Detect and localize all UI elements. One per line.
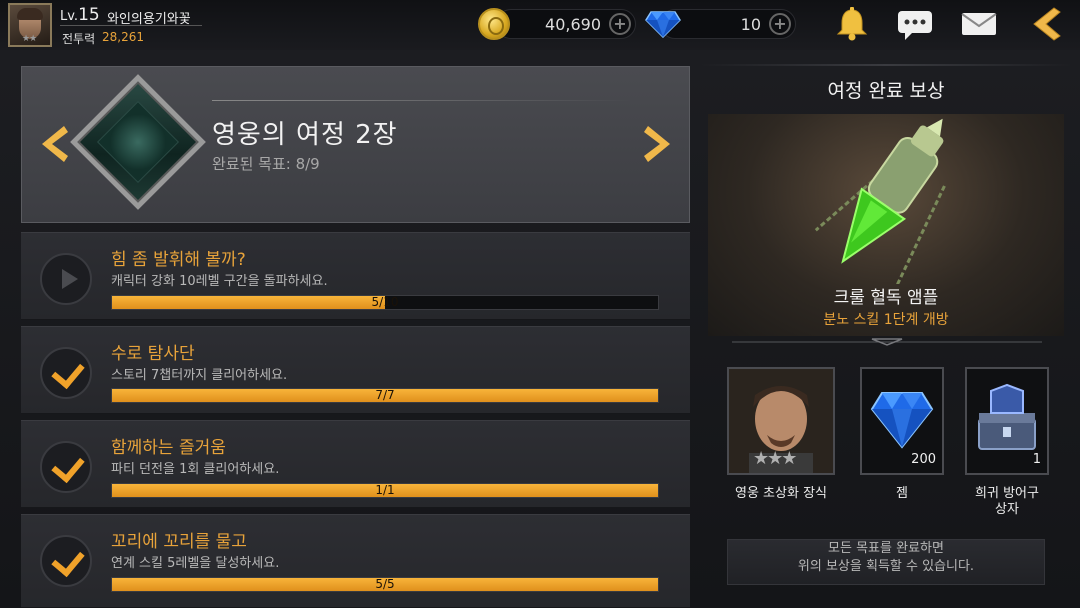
main-reward-effect: 분노 스킬 1단계 개방 xyxy=(823,312,949,328)
mission-progress-bar: 1/1 xyxy=(111,483,659,498)
mission-item[interactable]: 힘 좀 발휘해 볼까? 캐릭터 강화 10레벨 구간을 돌파하세요. 5/10 xyxy=(21,232,690,320)
mail-icon[interactable] xyxy=(959,6,999,42)
journey-screen: ★★ Lv.15 와인의용기와꽃 전투력 28,261 40,690 + 10 … xyxy=(0,0,1080,608)
level-divider xyxy=(60,25,202,26)
gem-count: 200 xyxy=(911,452,936,467)
gold-coin-icon xyxy=(478,8,510,40)
back-arrow-icon[interactable] xyxy=(1024,6,1064,42)
player-level: Lv.15 xyxy=(60,5,100,25)
reward-label-armor-box: 희귀 방어구 상자 xyxy=(955,486,1059,518)
reward-slot-gem[interactable]: 200 xyxy=(860,367,944,475)
progress-text: 5/5 xyxy=(375,577,395,591)
next-chapter-arrow-icon[interactable] xyxy=(644,124,676,170)
checkmark-icon xyxy=(40,535,92,587)
progress-text: 5/10 xyxy=(371,295,399,309)
mission-description: 스토리 7챕터까지 클리어하세요. xyxy=(111,368,288,383)
armor-chest-icon xyxy=(978,383,1036,450)
mission-progress-bar: 5/5 xyxy=(111,577,659,592)
completion-notice: 모든 목표를 완료하면 위의 보상을 획득할 수 있습니다. xyxy=(727,539,1045,585)
ornament-divider xyxy=(732,338,1042,346)
checkmark-icon xyxy=(40,441,92,493)
reward-label-line2: 상자 xyxy=(995,502,1019,517)
add-gem-button[interactable]: + xyxy=(769,13,791,35)
star-rating-icon: ★★★ xyxy=(753,448,797,469)
checkmark-icon xyxy=(40,347,92,399)
mission-item[interactable]: 함께하는 즐거움 파티 던전을 1회 클리어하세요. 1/1 xyxy=(21,420,690,508)
mission-title: 함께하는 즐거움 xyxy=(111,438,226,458)
mission-description: 파티 던전을 1회 클리어하세요. xyxy=(111,462,280,477)
avatar-star-icon: ★★ xyxy=(22,34,37,44)
reward-label-gem: 젬 xyxy=(896,486,908,501)
power-label: 전투력 xyxy=(62,32,96,46)
mission-description: 연계 스킬 5레벨을 달성하세요. xyxy=(111,556,280,571)
chapter-emblem-art xyxy=(96,100,180,184)
avatar-hair xyxy=(17,8,43,20)
gem-icon xyxy=(645,11,681,38)
gem-icon xyxy=(870,392,934,449)
mission-description: 캐릭터 강화 10레벨 구간을 돌파하세요. xyxy=(111,274,328,289)
mission-progress-bar: 7/7 xyxy=(111,388,659,403)
reward-label-portrait: 영웅 초상화 장식 xyxy=(735,486,827,501)
mission-title: 꼬리에 꼬리를 물고 xyxy=(111,532,247,552)
bell-icon[interactable] xyxy=(832,6,872,42)
mission-title: 힘 좀 발휘해 볼까? xyxy=(111,250,246,270)
mission-progress-bar: 5/10 xyxy=(111,295,659,310)
mission-item[interactable]: 꼬리에 꼬리를 물고 연계 스킬 5레벨을 달성하세요. 5/5 xyxy=(21,514,690,608)
power-value: 28,261 xyxy=(102,30,144,44)
reward-slot-armor-box[interactable]: 1 xyxy=(965,367,1049,475)
reward-panel-title: 여정 완료 보상 xyxy=(827,80,945,102)
notice-line2: 위의 보상을 획득할 수 있습니다. xyxy=(797,559,975,574)
gold-value: 40,690 xyxy=(545,15,601,34)
mission-title: 수로 탐사단 xyxy=(111,344,195,364)
gold-counter: 40,690 + xyxy=(496,9,636,39)
chat-icon[interactable] xyxy=(895,6,935,42)
reward-title-divider xyxy=(700,64,1072,66)
chapter-title: 영웅의 여정 2장 xyxy=(212,120,398,150)
level-number: 15 xyxy=(78,5,100,25)
prev-chapter-arrow-icon[interactable] xyxy=(36,124,68,170)
gem-value: 10 xyxy=(740,15,761,34)
reward-label-line1: 희귀 방어구 xyxy=(975,486,1039,501)
title-divider xyxy=(212,100,632,101)
chapter-progress: 완료된 목표: 8/9 xyxy=(212,155,320,173)
top-bar: ★★ Lv.15 와인의용기와꽃 전투력 28,261 40,690 + 10 … xyxy=(0,0,1080,50)
armor-box-count: 1 xyxy=(1032,452,1041,467)
main-reward-name: 크룰 혈독 앰플 xyxy=(833,288,939,308)
progress-text: 7/7 xyxy=(375,388,395,402)
play-icon xyxy=(40,253,92,305)
player-avatar[interactable]: ★★ xyxy=(8,3,52,47)
reward-slot-portrait[interactable]: ★★★ xyxy=(727,367,835,475)
add-gold-button[interactable]: + xyxy=(609,13,631,35)
level-prefix: Lv. xyxy=(60,9,79,24)
toxin-ampoule-icon xyxy=(814,118,946,297)
notice-line1: 모든 목표를 완료하면 xyxy=(828,541,944,556)
progress-text: 1/1 xyxy=(375,483,395,497)
mission-item[interactable]: 수로 탐사단 스토리 7챕터까지 클리어하세요. 7/7 xyxy=(21,326,690,414)
